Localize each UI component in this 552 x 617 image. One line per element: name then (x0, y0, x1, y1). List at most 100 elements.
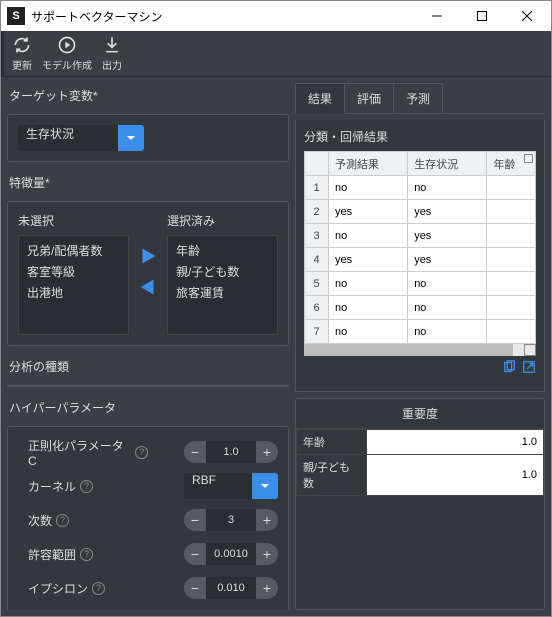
minimize-button[interactable] (414, 1, 459, 31)
kernel-label: カーネル (28, 478, 76, 495)
export-button[interactable]: 出力 (102, 35, 122, 72)
popout-icon[interactable] (522, 360, 536, 379)
tol-stepper: − 0.0010 + (184, 543, 278, 565)
degree-label: 次数 (28, 512, 52, 529)
window-title: サポートベクターマシン (31, 8, 414, 25)
table-row[interactable]: 6nono (305, 296, 536, 320)
help-icon[interactable]: ? (80, 480, 93, 493)
eps-stepper: − 0.010 + (184, 577, 278, 599)
result-box: 分類・回帰結果 予測結果 生存状況 年齢 1nono 2yesyes 3noye… (295, 120, 545, 392)
table-row: 親/子ども数1.0 (297, 455, 544, 496)
table-row: 年齢1.0 (297, 430, 544, 455)
c-plus-button[interactable]: + (256, 441, 278, 463)
left-panel: ターゲット変数* 生存状況 特徴量* 未選択 兄弟/配偶者数 客室等級 出港地 (7, 83, 289, 610)
unselected-head: 未選択 (18, 212, 129, 229)
features-label: 特徴量* (9, 174, 287, 191)
list-item[interactable]: 親/子ども数 (172, 261, 273, 282)
c-label: 正則化パラメータ C (28, 437, 131, 468)
table-row[interactable]: 2yesyes (305, 200, 536, 224)
eps-value[interactable]: 0.010 (206, 577, 256, 599)
importance-box: 重要度 年齢1.0 親/子ども数1.0 (295, 398, 545, 610)
download-icon (102, 35, 122, 55)
list-item[interactable]: 出港地 (23, 282, 124, 303)
hyper-label: ハイパーパラメータ (9, 399, 287, 416)
c-minus-button[interactable]: − (184, 441, 206, 463)
tab-classify[interactable]: 分類 (8, 386, 148, 387)
table-row[interactable]: 3noyes (305, 224, 536, 248)
tab-predict[interactable]: 予測 (393, 83, 443, 113)
close-button[interactable] (504, 1, 549, 31)
titlebar: S サポートベクターマシン (1, 1, 551, 31)
target-select-chevron[interactable] (118, 125, 144, 151)
table-header-row: 予測結果 生存状況 年齢 (305, 152, 536, 176)
window-controls (414, 1, 549, 31)
help-icon[interactable]: ? (135, 446, 148, 459)
degree-value[interactable]: 3 (206, 509, 256, 531)
tol-plus-button[interactable]: + (256, 543, 278, 565)
result-tabs: 結果 評価 予測 (295, 83, 545, 114)
build-model-button[interactable]: モデル作成 (42, 35, 92, 72)
refresh-icon (12, 35, 32, 55)
help-icon[interactable]: ? (80, 548, 93, 561)
export-label: 出力 (102, 57, 122, 72)
target-label: ターゲット変数* (9, 87, 287, 104)
c-value[interactable]: 1.0 (206, 441, 256, 463)
col-pred[interactable]: 予測結果 (329, 152, 408, 176)
target-select[interactable]: 生存状況 (18, 125, 118, 151)
target-box: 生存状況 (7, 114, 289, 162)
right-panel: 結果 評価 予測 分類・回帰結果 予測結果 生存状況 年齢 1nono (295, 83, 545, 610)
selected-head: 選択済み (167, 212, 278, 229)
refresh-label: 更新 (12, 57, 32, 72)
analysis-label: 分析の種類 (9, 358, 287, 375)
table-row[interactable]: 5nono (305, 272, 536, 296)
toolbar: 更新 モデル作成 出力 (1, 31, 551, 77)
help-icon[interactable]: ? (56, 514, 69, 527)
result-table-wrap: 予測結果 生存状況 年齢 1nono 2yesyes 3noyes 4yesye… (304, 151, 536, 356)
unselected-list[interactable]: 兄弟/配偶者数 客室等級 出港地 (18, 235, 129, 335)
list-item[interactable]: 兄弟/配偶者数 (23, 240, 124, 261)
copy-icon[interactable] (502, 360, 516, 379)
list-item[interactable]: 旅客運賃 (172, 282, 273, 303)
tab-result[interactable]: 結果 (295, 83, 345, 114)
play-circle-icon (57, 35, 77, 55)
move-right-button[interactable] (137, 245, 159, 272)
table-row[interactable]: 7nono (305, 320, 536, 344)
tol-value[interactable]: 0.0010 (206, 543, 256, 565)
hyper-box: 正則化パラメータ C? − 1.0 + カーネル? RBF 次数? (7, 426, 289, 610)
col-obs[interactable]: 生存状況 (408, 152, 487, 176)
build-label: モデル作成 (42, 57, 92, 72)
degree-minus-button[interactable]: − (184, 509, 206, 531)
refresh-button[interactable]: 更新 (12, 35, 32, 72)
tab-regress[interactable]: 回帰 (148, 386, 288, 387)
importance-table: 年齢1.0 親/子ども数1.0 (296, 429, 544, 496)
c-stepper: − 1.0 + (184, 441, 278, 463)
eps-label: イプシロン (28, 580, 88, 597)
eps-minus-button[interactable]: − (184, 577, 206, 599)
analysis-tabs: 分類 回帰 (7, 385, 289, 387)
importance-head: 重要度 (296, 399, 544, 429)
app-window: S サポートベクターマシン 更新 モデル作成 出力 ターゲット変数* 生存状況 (0, 0, 552, 617)
result-head: 分類・回帰結果 (304, 128, 536, 145)
tab-eval[interactable]: 評価 (344, 83, 394, 113)
features-box: 未選択 兄弟/配偶者数 客室等級 出港地 選択済み (7, 201, 289, 346)
kernel-chevron[interactable] (252, 473, 278, 499)
maximize-button[interactable] (459, 1, 504, 31)
selected-list[interactable]: 年齢 親/子ども数 旅客運賃 (167, 235, 278, 335)
move-left-button[interactable] (137, 276, 159, 303)
tol-minus-button[interactable]: − (184, 543, 206, 565)
eps-plus-button[interactable]: + (256, 577, 278, 599)
app-icon: S (7, 7, 25, 25)
degree-stepper: − 3 + (184, 509, 278, 531)
result-table: 予測結果 生存状況 年齢 1nono 2yesyes 3noyes 4yesye… (304, 151, 536, 344)
table-row[interactable]: 4yesyes (305, 248, 536, 272)
h-scrollbar[interactable] (304, 344, 536, 356)
list-item[interactable]: 年齢 (172, 240, 273, 261)
table-row[interactable]: 1nono (305, 176, 536, 200)
degree-plus-button[interactable]: + (256, 509, 278, 531)
content-area: ターゲット変数* 生存状況 特徴量* 未選択 兄弟/配偶者数 客室等級 出港地 (1, 77, 551, 616)
kernel-select[interactable]: RBF (184, 473, 252, 499)
help-icon[interactable]: ? (92, 582, 105, 595)
list-item[interactable]: 客室等級 (23, 261, 124, 282)
selection-handle[interactable] (524, 154, 533, 163)
tol-label: 許容範囲 (28, 546, 76, 563)
